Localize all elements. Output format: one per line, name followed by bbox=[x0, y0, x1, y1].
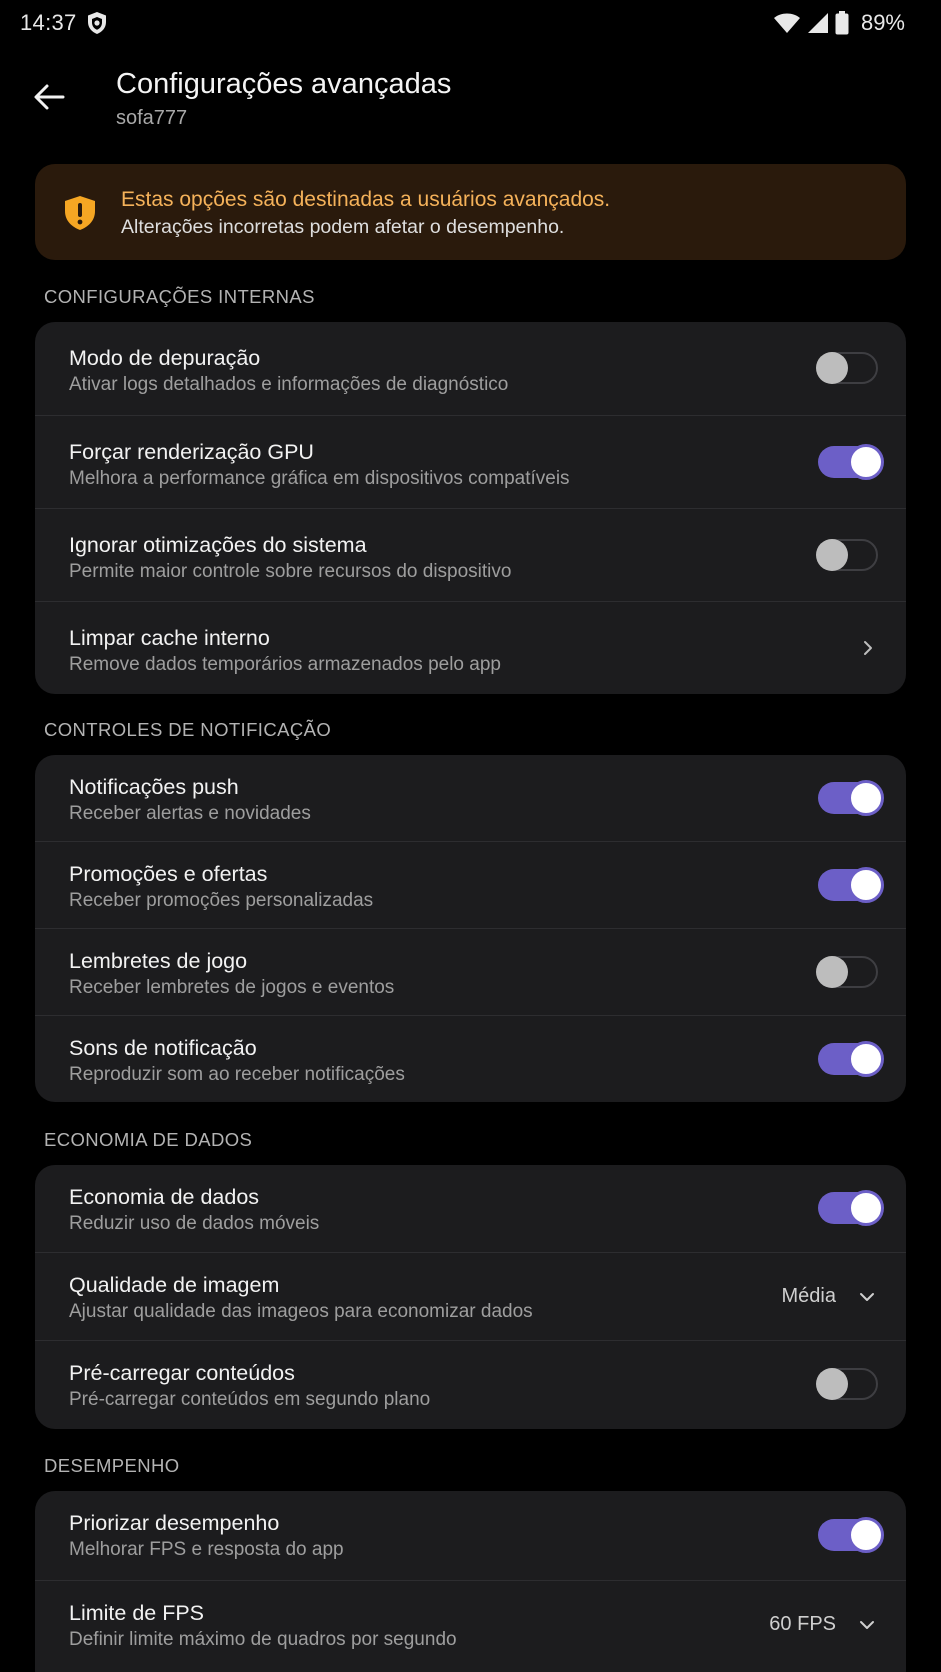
setting-row-ignore-optimizations[interactable]: Ignorar otimizações do sistema Permite m… bbox=[35, 508, 906, 601]
setting-title: Ignorar otimizações do sistema bbox=[69, 533, 367, 557]
setting-subtitle: Permite maior controle sobre recursos do… bbox=[69, 561, 512, 582]
setting-title: Pré-carregar conteúdos bbox=[69, 1361, 295, 1385]
setting-row-gpu-rendering[interactable]: Forçar renderização GPU Melhora a perfor… bbox=[35, 415, 906, 508]
setting-row-game-reminders[interactable]: Lembretes de jogo Receber lembretes de j… bbox=[35, 928, 906, 1015]
setting-title: Limite de FPS bbox=[69, 1601, 205, 1625]
setting-subtitle: Ajustar qualidade das imageos para econo… bbox=[69, 1301, 533, 1322]
setting-row-clear-cache[interactable]: Limpar cache interno Remove dados tempor… bbox=[35, 601, 906, 694]
setting-subtitle: Receber promoções personalizadas bbox=[69, 890, 374, 911]
setting-row-prioritize-performance[interactable]: Priorizar desempenho Melhorar FPS e resp… bbox=[35, 1491, 906, 1580]
battery-icon bbox=[835, 11, 849, 35]
preload-content-toggle[interactable] bbox=[816, 1366, 880, 1402]
setting-title: Notificações push bbox=[69, 775, 239, 799]
setting-title: Promoções e ofertas bbox=[69, 862, 268, 886]
warning-text: Alterações incorretas podem afetar o des… bbox=[121, 216, 565, 238]
signal-icon bbox=[807, 13, 828, 33]
back-arrow-icon bbox=[34, 84, 65, 110]
setting-subtitle: Ativar logs detalhados e informações de … bbox=[69, 374, 509, 395]
section-header-internal: CONFIGURAÇÕES INTERNAS bbox=[44, 286, 315, 307]
page-title: Configurações avançadas bbox=[116, 68, 452, 100]
chevron-down-icon[interactable] bbox=[858, 1288, 876, 1306]
card-internal-settings: Modo de depuração Ativar logs detalhados… bbox=[35, 322, 906, 694]
image-quality-select[interactable]: Média bbox=[782, 1285, 836, 1308]
setting-subtitle: Reduzir uso de dados móveis bbox=[69, 1213, 320, 1234]
setting-row-promotions[interactable]: Promoções e ofertas Receber promoções pe… bbox=[35, 841, 906, 928]
back-button[interactable] bbox=[26, 74, 72, 120]
push-notifications-toggle[interactable] bbox=[816, 780, 884, 816]
status-time: 14:37 bbox=[20, 10, 77, 35]
setting-title: Forçar renderização GPU bbox=[69, 440, 314, 464]
prioritize-performance-toggle[interactable] bbox=[816, 1517, 884, 1553]
setting-row-debug-mode[interactable]: Modo de depuração Ativar logs detalhados… bbox=[35, 322, 906, 415]
card-notification-controls: Notificações push Receber alertas e novi… bbox=[35, 755, 906, 1102]
chevron-down-icon[interactable] bbox=[858, 1616, 876, 1634]
section-header-data-saver: ECONOMIA DE DADOS bbox=[44, 1129, 253, 1150]
setting-row-data-saver[interactable]: Economia de dados Reduzir uso de dados m… bbox=[35, 1165, 906, 1252]
data-saver-toggle[interactable] bbox=[816, 1190, 884, 1226]
section-header-notifications: CONTROLES DE NOTIFICAÇÃO bbox=[44, 719, 332, 740]
setting-row-fps-limit[interactable]: Limite de FPS Definir limite máximo de q… bbox=[35, 1580, 906, 1670]
setting-subtitle: Melhorar FPS e resposta do app bbox=[69, 1539, 344, 1560]
warning-banner: Estas opções são destinadas a usuários a… bbox=[35, 164, 906, 260]
page-subtitle: sofa777 bbox=[116, 107, 188, 129]
notification-sounds-toggle[interactable] bbox=[816, 1041, 884, 1077]
setting-title: Qualidade de imagem bbox=[69, 1273, 280, 1297]
setting-row-push-notifications[interactable]: Notificações push Receber alertas e novi… bbox=[35, 755, 906, 841]
promotions-toggle[interactable] bbox=[816, 867, 884, 903]
setting-subtitle: Definir limite máximo de quadros por seg… bbox=[69, 1629, 457, 1650]
status-indicators: 89% bbox=[773, 10, 905, 36]
setting-row-image-quality[interactable]: Qualidade de imagem Ajustar qualidade da… bbox=[35, 1252, 906, 1340]
chevron-right-icon bbox=[864, 641, 872, 655]
shield-icon bbox=[88, 12, 106, 34]
battery-percentage: 89% bbox=[860, 10, 905, 35]
gpu-rendering-toggle[interactable] bbox=[816, 444, 884, 480]
setting-subtitle: Melhora a performance gráfica em disposi… bbox=[69, 468, 570, 489]
setting-title: Lembretes de jogo bbox=[69, 949, 248, 973]
warning-shield-icon bbox=[65, 196, 95, 230]
ignore-optimizations-toggle[interactable] bbox=[816, 537, 880, 573]
setting-title: Modo de depuração bbox=[69, 346, 261, 370]
setting-title: Sons de notificação bbox=[69, 1036, 257, 1060]
setting-title: Priorizar desempenho bbox=[69, 1511, 280, 1535]
warning-title: Estas opções são destinadas a usuários a… bbox=[121, 188, 611, 211]
card-data-saver: Economia de dados Reduzir uso de dados m… bbox=[35, 1165, 906, 1429]
section-header-performance: DESEMPENHO bbox=[44, 1455, 180, 1476]
setting-row-notification-sounds[interactable]: Sons de notificação Reproduzir som ao re… bbox=[35, 1015, 906, 1102]
debug-mode-toggle[interactable] bbox=[816, 350, 880, 386]
setting-subtitle: Remove dados temporários armazenados pel… bbox=[69, 654, 501, 675]
setting-title: Economia de dados bbox=[69, 1185, 260, 1209]
fps-limit-select[interactable]: 60 FPS bbox=[769, 1613, 836, 1636]
setting-subtitle: Receber lembretes de jogos e eventos bbox=[69, 977, 395, 998]
setting-title: Limpar cache interno bbox=[69, 626, 270, 650]
status-bar: 14:37 89% bbox=[0, 0, 941, 46]
setting-subtitle: Receber alertas e novidades bbox=[69, 803, 311, 824]
setting-row-preload-content[interactable]: Pré-carregar conteúdos Pré-carregar cont… bbox=[35, 1340, 906, 1429]
setting-subtitle: Reproduzir som ao receber notificações bbox=[69, 1064, 405, 1085]
setting-subtitle: Pré-carregar conteúdos em segundo plano bbox=[69, 1389, 431, 1410]
wifi-icon bbox=[773, 13, 800, 33]
card-performance: Priorizar desempenho Melhorar FPS e resp… bbox=[35, 1491, 906, 1672]
game-reminders-toggle[interactable] bbox=[816, 954, 880, 990]
